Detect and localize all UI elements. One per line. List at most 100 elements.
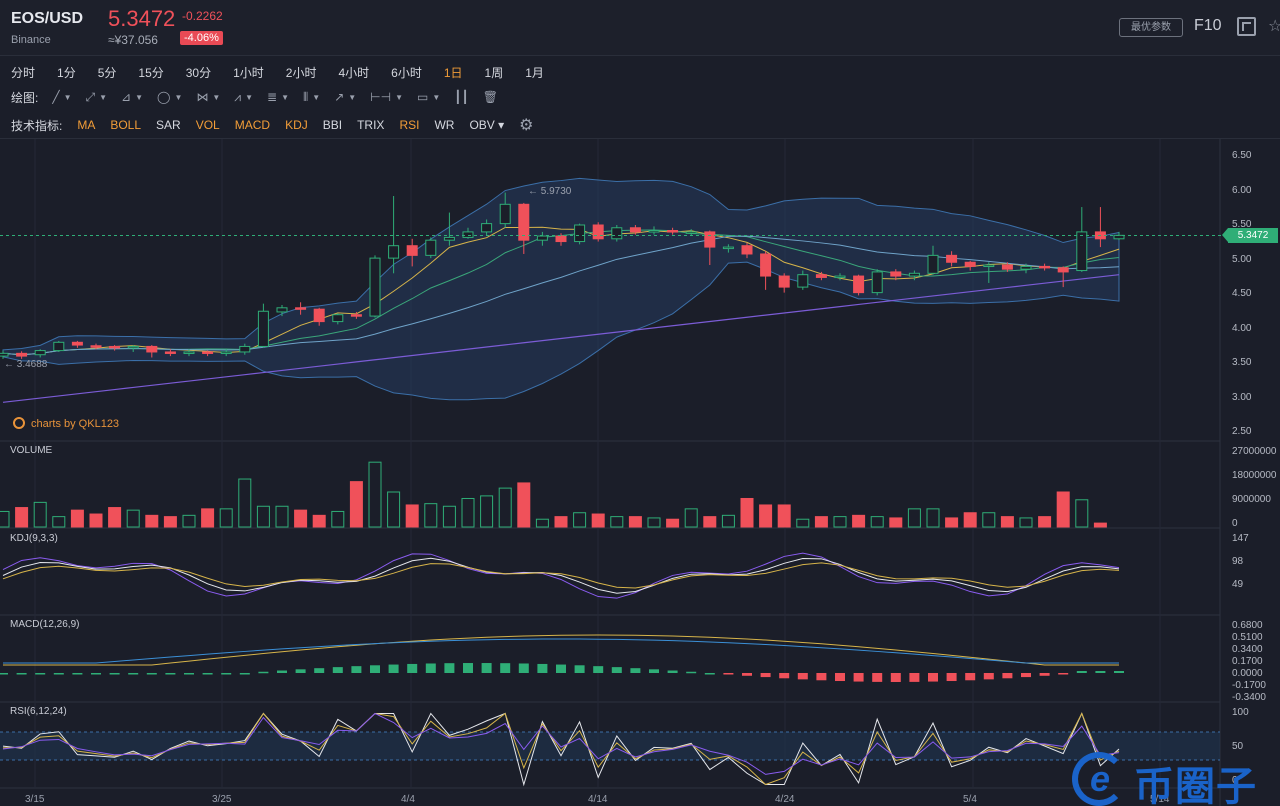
pattern-tool-icon[interactable]: ⩘ ▼	[234, 90, 253, 105]
macd-bar	[1076, 671, 1087, 673]
candle-body	[778, 275, 790, 288]
credit-logo-icon	[13, 417, 25, 429]
candle-body	[276, 307, 288, 313]
candle-body	[71, 341, 83, 346]
period-tab-8[interactable]: 6小时	[391, 64, 422, 81]
candle-body	[220, 351, 232, 354]
credit-text: charts by QKL123	[31, 418, 120, 430]
cny-price: ≈¥37.056	[108, 33, 158, 47]
period-tab-0[interactable]: 分时	[11, 64, 35, 81]
candle-body	[295, 307, 307, 310]
indicator-6[interactable]: BBI	[323, 118, 342, 132]
volume-bar	[1038, 516, 1052, 528]
candle-body	[834, 275, 846, 279]
chart-area[interactable]	[0, 139, 1280, 806]
price-tick: 3.50	[1232, 357, 1252, 368]
indicator-7[interactable]: TRIX	[357, 118, 384, 132]
volume-bar	[0, 510, 10, 528]
period-tab-7[interactable]: 4小时	[338, 64, 369, 81]
circle-tool-icon[interactable]: ◯ ▼	[157, 90, 182, 104]
channel-tool-icon[interactable]: ⊿ ▼	[121, 90, 143, 104]
volume-bar	[889, 517, 903, 528]
macd-bar	[1095, 671, 1106, 673]
macd-bar	[556, 664, 566, 673]
period-tab-4[interactable]: 30分	[186, 64, 211, 81]
macd-bar	[388, 664, 399, 673]
candle-body	[146, 345, 158, 353]
candle-body	[815, 274, 827, 278]
macd-bar	[965, 673, 976, 681]
indicator-1[interactable]: BOLL	[110, 118, 141, 132]
volume-bar	[70, 509, 84, 528]
period-tab-11[interactable]: 1月	[525, 64, 544, 81]
indicator-5[interactable]: KDJ	[285, 118, 308, 132]
macd-tick: 0.0000	[1232, 668, 1263, 679]
indicator-4[interactable]: MACD	[235, 118, 270, 132]
symbol-title[interactable]: EOS/USD	[11, 10, 83, 28]
vertical-lines-icon[interactable]: ⦀ ▼	[303, 90, 320, 105]
macd-bar	[16, 673, 27, 675]
gear-icon[interactable]: ⚙	[519, 115, 533, 135]
period-tab-2[interactable]: 5分	[98, 64, 117, 81]
macd-dea-line	[3, 638, 1119, 664]
volume-bar	[870, 516, 884, 528]
arrow-tool-icon[interactable]: ↗ ▼	[334, 90, 356, 104]
period-tab-6[interactable]: 2小时	[286, 64, 317, 81]
price-tick: 5.00	[1232, 253, 1252, 265]
indicator-2[interactable]: SAR	[156, 118, 181, 132]
expand-icon[interactable]	[1237, 17, 1256, 36]
volume-bar	[852, 514, 866, 528]
period-tab-5[interactable]: 1小时	[233, 64, 264, 81]
chart-credit: charts by QKL123	[13, 417, 119, 430]
indicator-8[interactable]: RSI	[399, 118, 419, 132]
range-tool-icon[interactable]: ⊢⊣ ▼	[370, 90, 403, 104]
indicator-9[interactable]: WR	[434, 118, 454, 132]
candle-body	[555, 235, 567, 243]
candle-body	[518, 203, 530, 241]
candle-body	[704, 231, 716, 248]
macd-bar	[351, 666, 362, 673]
f10-button[interactable]: F10	[1194, 17, 1222, 35]
volume-bar	[256, 505, 270, 528]
bollinger-band	[2, 177, 1120, 401]
period-tab-1[interactable]: 1分	[57, 64, 76, 81]
star-icon[interactable]: ☆	[1268, 16, 1280, 36]
period-tab-3[interactable]: 15分	[138, 64, 163, 81]
volume-bar	[740, 497, 754, 528]
candle-body	[127, 345, 139, 349]
macd-bar	[146, 673, 157, 675]
candle-body	[1020, 265, 1032, 270]
last-price: 5.3472	[108, 6, 176, 31]
candle-body	[983, 264, 995, 268]
macd-bar	[202, 673, 213, 675]
volume-tick: 9000000	[1232, 494, 1271, 505]
watermark-text: 币圈子	[1134, 765, 1257, 806]
macd-bar	[779, 673, 790, 679]
indicator-0[interactable]: MA	[77, 118, 95, 132]
period-tab-10[interactable]: 1周	[485, 64, 504, 81]
macd-bar	[463, 663, 473, 673]
indicator-3[interactable]: VOL	[196, 118, 220, 132]
macd-bar	[797, 673, 808, 680]
candle-body	[611, 227, 623, 240]
volume-bar	[163, 516, 177, 528]
macd-bar	[239, 673, 250, 675]
date-tick: 4/4	[401, 794, 415, 805]
best-params-button[interactable]: 最优参数	[1119, 18, 1183, 37]
indicator-10[interactable]: OBV ▾	[469, 118, 504, 132]
comment-tool-icon[interactable]: ▭ ▼	[417, 90, 440, 104]
candle-body	[890, 271, 902, 277]
macd-bar	[295, 669, 306, 673]
period-tab-9[interactable]: 1日	[444, 64, 463, 81]
macd-bar	[184, 673, 194, 675]
low-annotation: ← 3.4688	[4, 359, 48, 370]
fibonacci-tool-icon[interactable]: ≣ ▼	[267, 90, 289, 104]
line-tool-icon[interactable]: ╱ ▼	[52, 90, 71, 104]
bars-tool-icon[interactable]: ┃┃	[454, 90, 468, 104]
volume-tick: 27000000	[1232, 446, 1277, 457]
volume-bar	[721, 514, 735, 528]
trash-icon[interactable]: 🗑	[483, 90, 498, 104]
ray-tool-icon[interactable]: ⤢ ▼	[86, 90, 108, 105]
high-value: 5.9730	[540, 186, 572, 197]
zigzag-tool-icon[interactable]: ⋈ ▼	[196, 90, 220, 104]
